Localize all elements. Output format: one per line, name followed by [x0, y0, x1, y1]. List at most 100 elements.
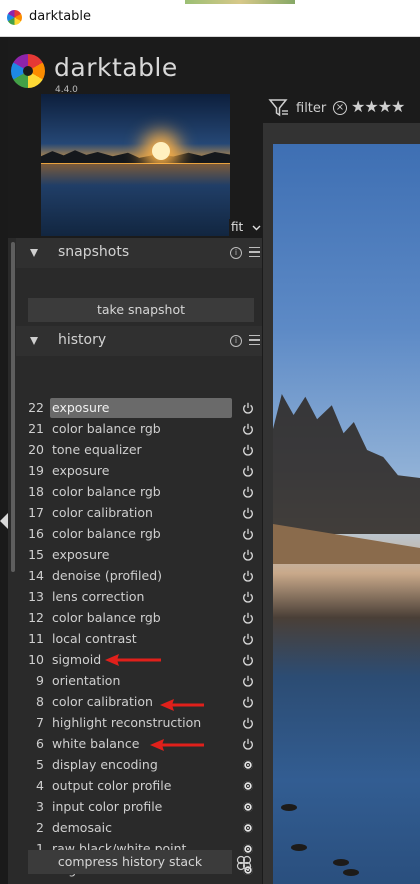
- history-item-label[interactable]: display encoding: [50, 755, 158, 775]
- history-item[interactable]: 17 color calibration: [22, 503, 254, 524]
- history-item-number: 22: [28, 400, 44, 415]
- center-image-area[interactable]: [263, 123, 420, 884]
- history-module-header[interactable]: history i: [16, 326, 262, 356]
- history-item-label[interactable]: denoise (profiled): [50, 566, 162, 586]
- history-item[interactable]: 13 lens correction: [22, 587, 254, 608]
- history-item-label[interactable]: color calibration: [50, 692, 153, 712]
- history-item[interactable]: 19 exposure: [22, 461, 254, 482]
- power-toggle-icon[interactable]: [242, 654, 254, 666]
- history-item-number: 13: [28, 589, 44, 604]
- history-item-label[interactable]: color balance rgb: [50, 419, 161, 439]
- history-item-label[interactable]: color balance rgb: [50, 524, 161, 544]
- darktable-app-icon: [7, 10, 22, 25]
- history-item[interactable]: 8 color calibration: [22, 692, 254, 713]
- circle-x-icon[interactable]: ×: [333, 101, 347, 115]
- collapse-triangle-icon[interactable]: [30, 249, 38, 257]
- history-item[interactable]: 3 input color profile: [22, 797, 254, 818]
- reset-info-icon[interactable]: i: [230, 247, 242, 259]
- history-item[interactable]: 22 exposure: [22, 398, 254, 419]
- history-item-label[interactable]: highlight reconstruction: [50, 713, 201, 733]
- power-toggle-icon[interactable]: [242, 738, 254, 750]
- power-toggle-icon[interactable]: [242, 486, 254, 498]
- history-item-label[interactable]: demosaic: [50, 818, 112, 838]
- power-toggle-icon[interactable]: [242, 717, 254, 729]
- presets-menu-icon[interactable]: [249, 247, 260, 258]
- compress-history-button[interactable]: compress history stack: [28, 850, 232, 874]
- history-item-label[interactable]: exposure: [50, 398, 232, 418]
- history-item[interactable]: 21 color balance rgb: [22, 419, 254, 440]
- power-toggle-icon[interactable]: [242, 528, 254, 540]
- history-item-number: 4: [36, 778, 44, 793]
- power-toggle-icon[interactable]: [242, 402, 254, 414]
- always-on-module-icon: [243, 760, 253, 770]
- history-item-label[interactable]: lens correction: [50, 587, 144, 607]
- history-item[interactable]: 18 color balance rgb: [22, 482, 254, 503]
- history-item[interactable]: 9 orientation: [22, 671, 254, 692]
- history-options-icon[interactable]: [235, 854, 253, 872]
- history-item[interactable]: 11 local contrast: [22, 629, 254, 650]
- brand-name: darktable: [54, 53, 178, 82]
- power-toggle-icon[interactable]: [242, 507, 254, 519]
- snapshots-title: snapshots: [58, 244, 130, 260]
- history-item-label[interactable]: output color profile: [50, 776, 171, 796]
- history-item-number: 6: [36, 736, 44, 751]
- history-item-label[interactable]: white balance: [50, 734, 139, 754]
- power-toggle-icon[interactable]: [242, 633, 254, 645]
- history-item[interactable]: 16 color balance rgb: [22, 524, 254, 545]
- history-item[interactable]: 7 highlight reconstruction: [22, 713, 254, 734]
- history-item-number: 11: [28, 631, 44, 646]
- zoom-dropdown[interactable]: fit: [229, 219, 263, 236]
- always-on-module-icon: [243, 823, 253, 833]
- history-item-number: 15: [28, 547, 44, 562]
- power-toggle-icon[interactable]: [242, 444, 254, 456]
- top-filter-bar: filter × ★★★★: [263, 93, 420, 123]
- annotation-arrow: [160, 699, 204, 711]
- presets-menu-icon[interactable]: [249, 335, 260, 346]
- power-toggle-icon[interactable]: [242, 591, 254, 603]
- history-item-label[interactable]: orientation: [50, 671, 120, 691]
- window-titlebar: darktable: [0, 0, 420, 37]
- history-item-label[interactable]: color calibration: [50, 503, 153, 523]
- history-item-label[interactable]: exposure: [50, 461, 109, 481]
- history-item-number: 7: [36, 715, 44, 730]
- history-item[interactable]: 14 denoise (profiled): [22, 566, 254, 587]
- filter-label: filter: [296, 101, 327, 116]
- collapse-left-arrow-icon[interactable]: [0, 513, 8, 529]
- reset-info-icon[interactable]: i: [230, 335, 242, 347]
- panel-scrollbar-thumb[interactable]: [11, 242, 15, 572]
- window-title: darktable: [29, 9, 92, 24]
- history-item-number: 2: [36, 820, 44, 835]
- navigation-thumbnail[interactable]: [41, 94, 230, 236]
- history-item-label[interactable]: color balance rgb: [50, 608, 161, 628]
- history-item[interactable]: 4 output color profile: [22, 776, 254, 797]
- history-item[interactable]: 12 color balance rgb: [22, 608, 254, 629]
- left-panel-collapse-border[interactable]: [0, 37, 8, 884]
- collapse-triangle-icon[interactable]: [30, 337, 38, 345]
- power-toggle-icon[interactable]: [242, 696, 254, 708]
- take-snapshot-button[interactable]: take snapshot: [28, 298, 254, 322]
- snapshots-module-header[interactable]: snapshots i: [16, 238, 262, 268]
- filter-funnel-icon[interactable]: [268, 98, 290, 118]
- history-item-label[interactable]: tone equalizer: [50, 440, 142, 460]
- darktable-logo-icon: [11, 54, 45, 88]
- history-item-label[interactable]: sigmoid: [50, 650, 101, 670]
- history-item[interactable]: 2 demosaic: [22, 818, 254, 839]
- power-toggle-icon[interactable]: [242, 423, 254, 435]
- power-toggle-icon[interactable]: [242, 675, 254, 687]
- always-on-module-icon: [243, 844, 253, 854]
- history-item[interactable]: 5 display encoding: [22, 755, 254, 776]
- history-item-label[interactable]: exposure: [50, 545, 109, 565]
- power-toggle-icon[interactable]: [242, 465, 254, 477]
- history-item[interactable]: 15 exposure: [22, 545, 254, 566]
- history-item[interactable]: 20 tone equalizer: [22, 440, 254, 461]
- history-item[interactable]: 6 white balance: [22, 734, 254, 755]
- history-item-label[interactable]: local contrast: [50, 629, 137, 649]
- darkroom-view: darktable 4.4.0 fit filter × ★★★★ snapsh…: [0, 37, 420, 884]
- rating-stars[interactable]: ★★★★: [351, 97, 405, 116]
- power-toggle-icon[interactable]: [242, 570, 254, 582]
- history-item-number: 9: [36, 673, 44, 688]
- power-toggle-icon[interactable]: [242, 549, 254, 561]
- history-item-label[interactable]: color balance rgb: [50, 482, 161, 502]
- history-item-label[interactable]: input color profile: [50, 797, 162, 817]
- power-toggle-icon[interactable]: [242, 612, 254, 624]
